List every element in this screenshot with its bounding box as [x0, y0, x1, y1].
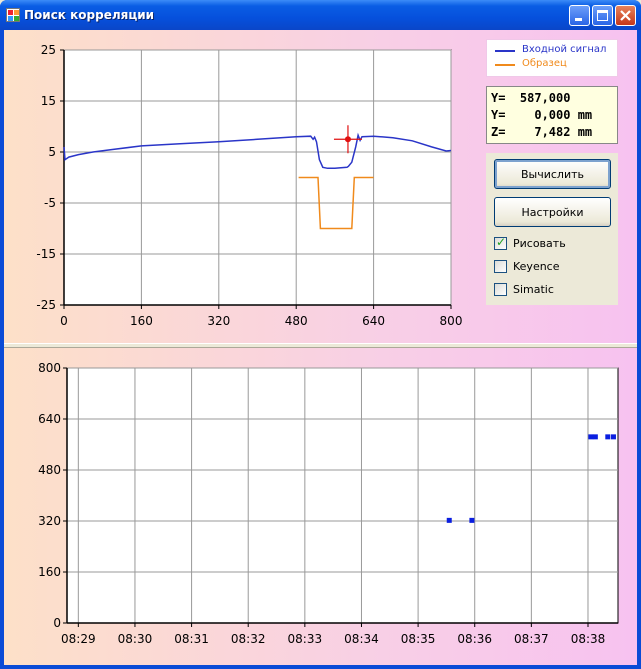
x-tick-label: 160 — [130, 314, 153, 328]
minimize-button[interactable] — [569, 5, 590, 26]
title-bar[interactable]: Поиск корреляции — [0, 0, 641, 30]
x-tick-label: 08:30 — [118, 632, 153, 646]
maximize-button[interactable] — [592, 5, 613, 26]
x-tick-label: 08:32 — [231, 632, 266, 646]
legend-label: Образец — [522, 58, 567, 69]
readout-y1: Y= 587,000 — [491, 91, 571, 105]
data-point — [610, 434, 616, 440]
y-tick-label: -15 — [36, 247, 56, 261]
y-tick-label: 320 — [38, 514, 61, 528]
data-point — [588, 434, 594, 440]
close-button[interactable] — [615, 5, 636, 26]
correlation-panel: 0 160 320 480 640 800 25 15 5 -5 -15 -25 Входной си… — [4, 30, 637, 343]
x-tick-label: 800 — [440, 314, 463, 328]
keyence-checkbox[interactable]: Keyence — [494, 258, 560, 274]
x-tick-label: 320 — [207, 314, 230, 328]
y-tick-label: 0 — [53, 616, 61, 630]
minimize-icon — [575, 18, 582, 21]
x-tick-label: 640 — [362, 314, 385, 328]
draw-checkbox-label: Рисовать — [513, 236, 566, 250]
legend-line-sample — [495, 64, 515, 66]
x-tick-label: 08:36 — [457, 632, 492, 646]
keyence-checkbox-box[interactable] — [494, 259, 507, 273]
data-point — [605, 434, 611, 440]
history-panel: 08:29 08:30 08:31 08:32 08:33 08:34 08:35 08:36… — [4, 348, 637, 665]
data-point — [592, 434, 598, 440]
checkmark-icon: ✓ — [496, 234, 507, 249]
y-tick-label: 800 — [38, 361, 61, 375]
readout-y2: Y= 0,000 mm — [491, 108, 593, 122]
y-tick-label: 15 — [41, 94, 56, 108]
legend-line-input-signal — [495, 50, 515, 52]
settings-button[interactable]: Настройки — [494, 197, 611, 227]
simatic-checkbox-label: Simatic — [513, 282, 554, 296]
draw-checkbox[interactable]: ✓ Рисовать — [494, 235, 566, 251]
marker-point — [344, 136, 351, 143]
control-panel: Вычислить Настройки ✓ Рисовать Keyence S… — [486, 153, 618, 305]
data-point — [469, 517, 475, 523]
y-tick-label: -25 — [36, 298, 56, 312]
x-tick-label: 0 — [60, 314, 68, 328]
draw-checkbox-box[interactable]: ✓ — [494, 234, 507, 250]
window-title: Поиск корреляции — [24, 8, 155, 22]
app-icon[interactable] — [6, 8, 20, 22]
plot-area — [63, 49, 452, 306]
x-tick-label: 08:34 — [344, 632, 379, 646]
x-tick-label: 08:37 — [514, 632, 549, 646]
y-tick-label: 640 — [38, 412, 61, 426]
settings-label: Настройки — [521, 205, 584, 219]
x-tick-label: 08:38 — [571, 632, 606, 646]
legend-label: Входной сигнал — [522, 44, 607, 55]
y-tick-label: 5 — [48, 145, 56, 159]
simatic-checkbox-box[interactable] — [494, 282, 507, 296]
maximize-icon — [597, 10, 608, 21]
x-tick-label: 08:29 — [61, 632, 96, 646]
chart-legend: Входной сигнал Образец — [486, 39, 618, 77]
calculate-button[interactable]: Вычислить — [494, 159, 611, 189]
close-icon — [620, 10, 631, 21]
x-tick-label: 08:33 — [288, 632, 323, 646]
simatic-checkbox[interactable]: Simatic — [494, 281, 554, 297]
app-window: Поиск корреляции 0 160 320 480 640 800 25 15 5 -5… — [0, 0, 641, 669]
y-tick-label: 480 — [38, 463, 61, 477]
calculate-label: Вычислить — [521, 167, 584, 181]
plot-area — [66, 367, 619, 624]
coordinate-readout: Y= 587,000 Y= 0,000 mm Z= 7,482 mm — [486, 86, 618, 144]
y-tick-label: 160 — [38, 565, 61, 579]
data-point — [446, 517, 452, 523]
readout-z: Z= 7,482 mm — [491, 125, 593, 139]
signal-chart[interactable]: 0 160 320 480 640 800 25 15 5 -5 -15 -25 — [4, 30, 484, 343]
x-tick-label: 08:35 — [401, 632, 436, 646]
y-tick-label: 25 — [41, 43, 56, 57]
history-chart[interactable]: 08:29 08:30 08:31 08:32 08:33 08:34 08:35 08:36… — [4, 348, 637, 665]
x-tick-label: 480 — [285, 314, 308, 328]
client-area: 0 160 320 480 640 800 25 15 5 -5 -15 -25 Входной си… — [4, 30, 637, 665]
y-tick-label: -5 — [44, 196, 56, 210]
keyence-checkbox-label: Keyence — [513, 259, 560, 273]
x-tick-label: 08:31 — [174, 632, 209, 646]
